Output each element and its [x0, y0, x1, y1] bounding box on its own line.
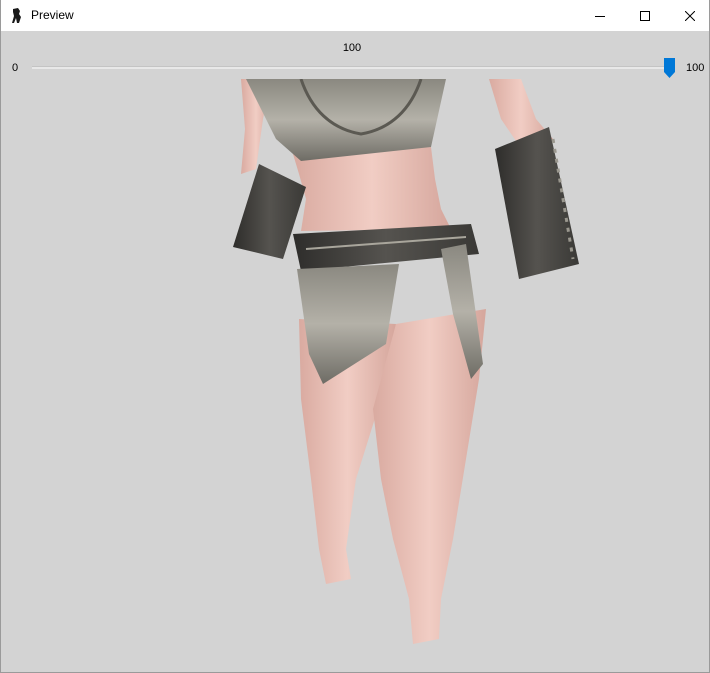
model-viewport[interactable]	[1, 79, 709, 672]
maximize-icon	[640, 10, 650, 21]
maximize-button[interactable]	[622, 0, 668, 31]
model-render	[233, 79, 579, 644]
close-button[interactable]	[667, 0, 709, 31]
app-icon	[11, 8, 23, 23]
slider-track[interactable]	[32, 66, 675, 69]
close-icon	[685, 10, 695, 21]
slider-min-label: 0	[12, 62, 19, 74]
value-slider-panel: 100 0 100	[1, 31, 709, 79]
slider-max-label: 100	[686, 62, 705, 74]
title-bar[interactable]: Preview	[1, 0, 709, 31]
slider-thumb[interactable]	[664, 58, 675, 78]
slider-value-label: 100	[342, 42, 362, 54]
preview-window: Preview 100 0 100	[0, 0, 710, 673]
minimize-icon	[595, 11, 605, 21]
minimize-button[interactable]	[577, 0, 623, 31]
window-title: Preview	[31, 8, 74, 22]
